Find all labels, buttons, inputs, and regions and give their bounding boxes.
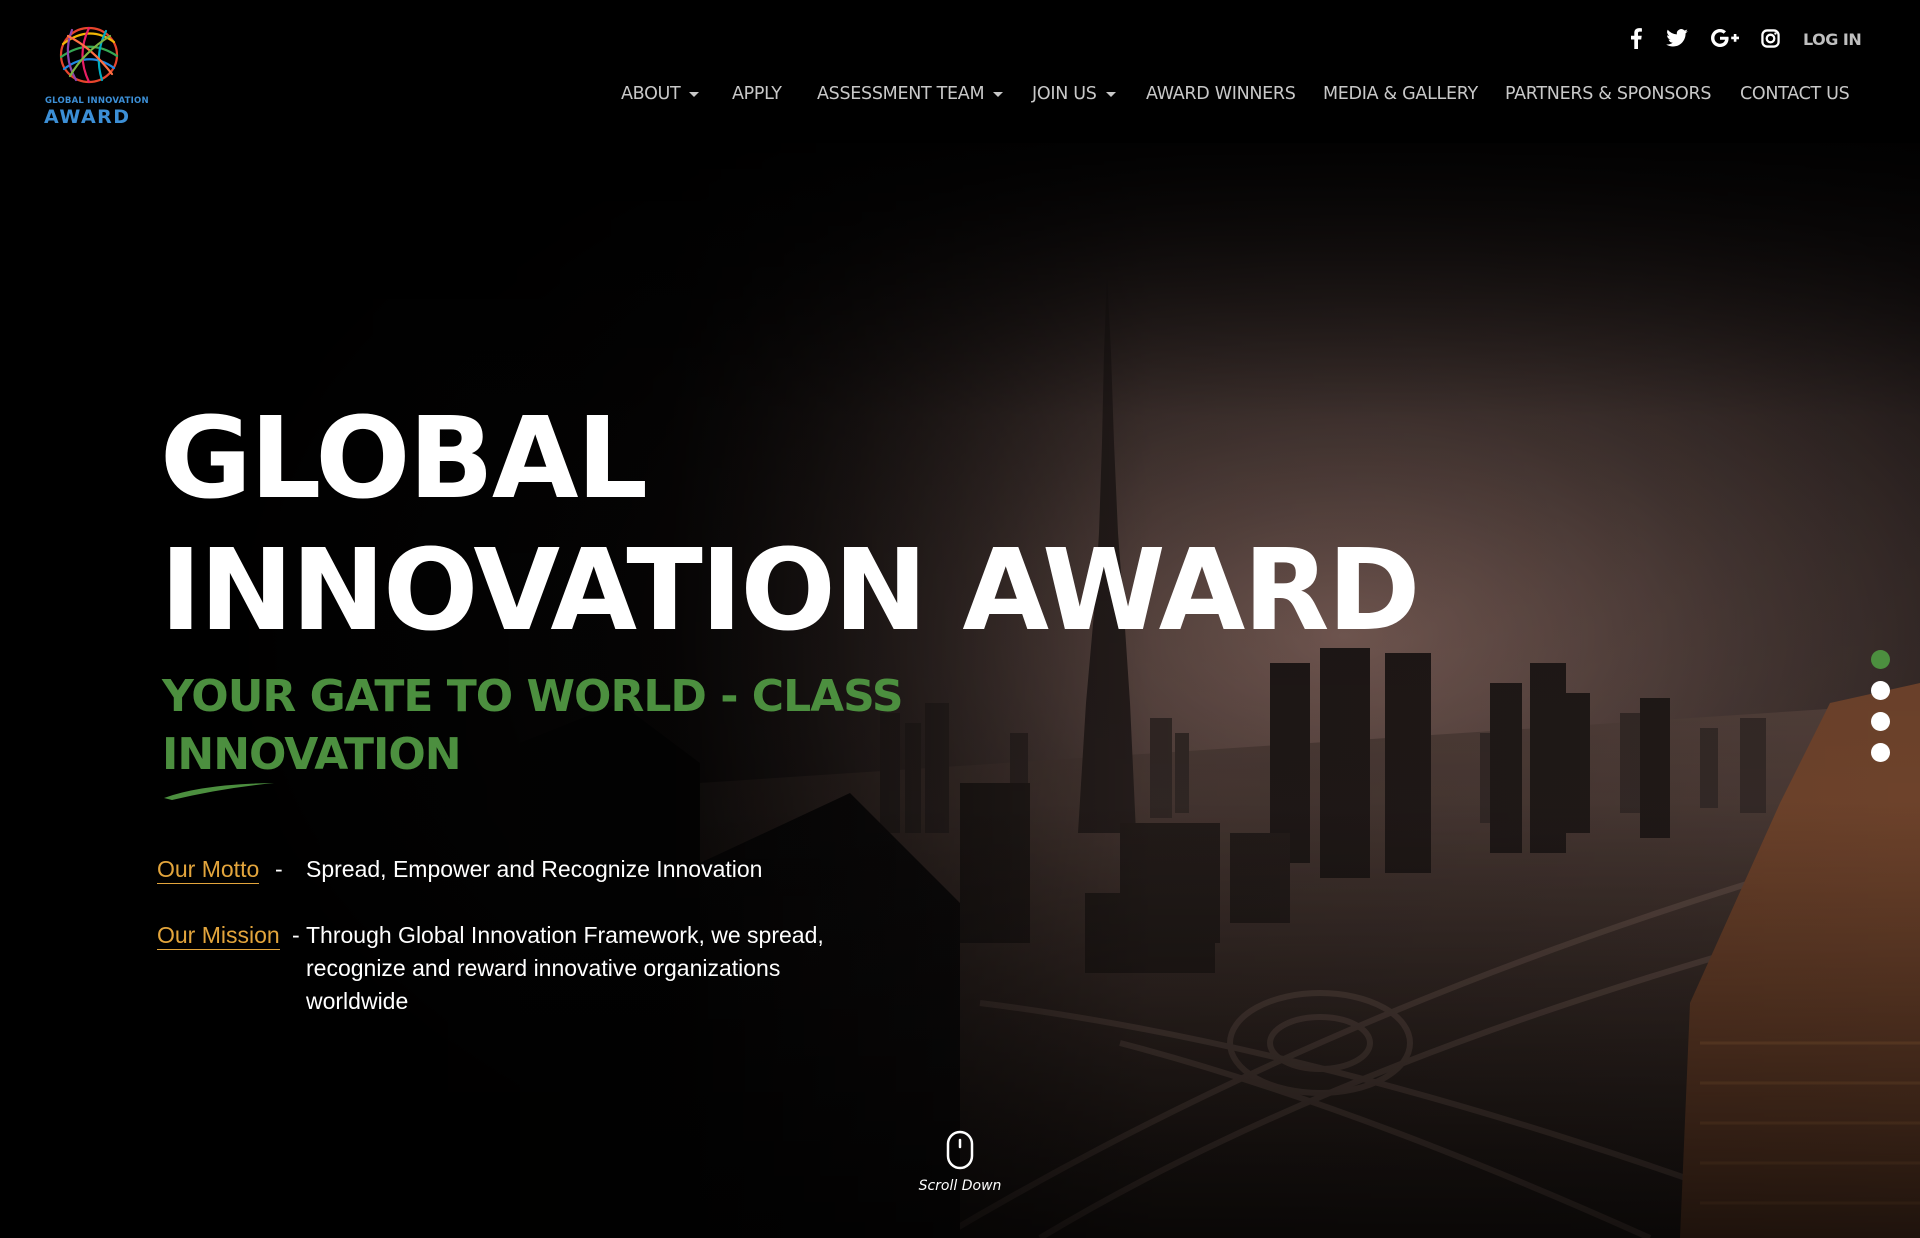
mouse-icon	[946, 1130, 974, 1170]
mission-dash: -	[292, 922, 300, 948]
twitter-icon[interactable]	[1665, 26, 1689, 50]
page: GLOBAL INNOVATION AWARD LOG IN ABOUT APP…	[0, 0, 1920, 1238]
social-bar: LOG IN	[0, 26, 1920, 52]
nav-item-label: MEDIA & GALLERY	[1323, 84, 1478, 104]
hero-title: GLOBAL INNOVATION AWARD	[160, 393, 1420, 657]
motto-link[interactable]: Our Motto	[157, 856, 260, 884]
login-link[interactable]: LOG IN	[1803, 30, 1862, 49]
nav-item-join-us[interactable]: JOIN US	[1032, 84, 1116, 104]
nav-item-label: AWARD WINNERS	[1146, 84, 1296, 104]
caret-down-icon	[689, 92, 700, 97]
slider-dot-1[interactable]	[1871, 650, 1890, 669]
nav-item-about[interactable]: ABOUT	[621, 84, 700, 104]
nav-item-label: JOIN US	[1032, 84, 1097, 104]
site-header: GLOBAL INNOVATION AWARD LOG IN ABOUT APP…	[0, 0, 1920, 143]
slider-dot-4[interactable]	[1871, 743, 1890, 762]
scroll-down-indicator[interactable]: Scroll Down	[910, 1130, 1010, 1194]
nav-item-apply[interactable]: APPLY	[732, 84, 782, 104]
motto-row: Our Motto - Spread, Empower and Recogniz…	[157, 853, 762, 886]
nav-item-label: ASSESSMENT TEAM	[817, 84, 985, 104]
mission-link[interactable]: Our Mission	[157, 922, 280, 950]
mission-row: Our Mission - Through Global Innovation …	[157, 919, 824, 1014]
nav-item-partners-sponsors[interactable]: PARTNERS & SPONSORS	[1505, 84, 1711, 104]
hero-section: GLOBAL INNOVATION AWARD YOUR GATE TO WOR…	[0, 143, 1920, 1238]
nav-item-award-winners[interactable]: AWARD WINNERS	[1146, 84, 1296, 104]
hero-title-line1: GLOBAL	[160, 394, 648, 524]
slider-dot-3[interactable]	[1871, 712, 1890, 731]
motto-dash: -	[275, 856, 283, 882]
nav-item-label: ABOUT	[621, 84, 681, 104]
mission-text: Through Global Innovation Framework, we …	[306, 922, 824, 1014]
green-swoosh-decoration	[164, 783, 274, 800]
nav-item-assessment-team[interactable]: ASSESSMENT TEAM	[817, 84, 1004, 104]
nav-item-label: APPLY	[732, 84, 782, 104]
facebook-icon[interactable]	[1628, 26, 1644, 50]
nav-item-label: PARTNERS & SPONSORS	[1505, 84, 1712, 104]
motto-text: Spread, Empower and Recognize Innovation	[306, 856, 763, 882]
caret-down-icon	[1105, 92, 1116, 97]
nav-item-label: CONTACT US	[1740, 84, 1850, 104]
scroll-down-label: Scroll Down	[918, 1178, 1002, 1194]
slider-dot-2[interactable]	[1871, 681, 1890, 700]
google-plus-icon[interactable]	[1710, 26, 1740, 50]
nav-item-contact-us[interactable]: CONTACT US	[1740, 84, 1850, 104]
instagram-icon[interactable]	[1760, 26, 1780, 50]
hero-title-line2: INNOVATION AWARD	[160, 526, 1420, 656]
caret-down-icon	[993, 92, 1004, 97]
nav-item-media-gallery[interactable]: MEDIA & GALLERY	[1323, 84, 1478, 104]
hero-subtitle: YOUR GATE TO WORLD - CLASS INNOVATION	[162, 671, 904, 780]
main-nav: ABOUT APPLY ASSESSMENT TEAM JOIN US AWAR…	[0, 84, 1920, 110]
